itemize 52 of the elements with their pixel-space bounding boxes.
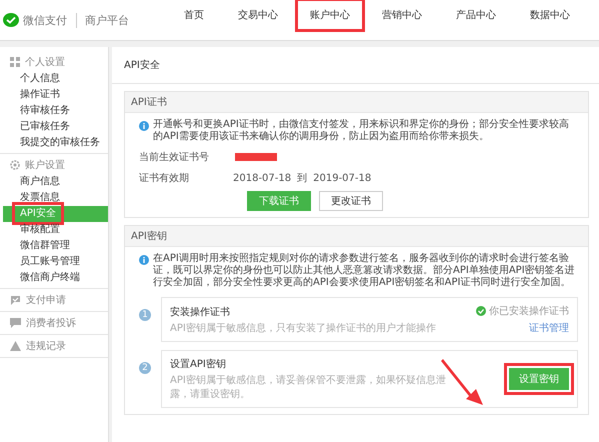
sidebar-item[interactable]: 操作证书 — [0, 87, 108, 103]
step-number: 2 — [139, 362, 151, 374]
sidebar-item[interactable]: 待审核任务 — [0, 103, 108, 119]
nav-tab[interactable]: 产品中心 — [439, 0, 513, 32]
chat-check-icon — [10, 295, 21, 305]
platform-name: 商户平台 — [76, 12, 129, 28]
sidebar-group-title[interactable]: 支付申请 — [26, 293, 66, 307]
card-title: API证书 — [125, 92, 588, 113]
page-title: API安全 — [112, 47, 599, 84]
notice-text: 在API调用时用来按照指定规则对你的请求参数进行签名，服务器收到你的请求时会进行签名验证，既可以界定你的身份也可以防止其他人恶意篡改请求数据。部分API单独使用API密钥签名进行安全加固，部分安全性要求更高的API会要求使用API密钥签名和API证书同时进行安全加固。 — [153, 253, 576, 289]
warning-icon — [10, 341, 21, 351]
step-description: API密钥属于敏感信息，只有安装了操作证书的用户才能操作 — [170, 322, 436, 334]
field-value: 2019-07-18 — [313, 172, 372, 184]
sidebar-item[interactable]: 我提交的审核任务 — [0, 135, 108, 151]
nav-tab[interactable]: 数据中心 — [513, 0, 587, 32]
nav-tab[interactable]: 账户中心 — [295, 0, 365, 32]
notice-text: 开通帐号和更换API证书时，由微信支付签发，用来标识和界定你的身份；部分安全性要求较高的API需要使用该证书来确认你的调用身份，防止因为盗用而给你带来损失。 — [153, 119, 570, 143]
sidebar-group-title[interactable]: 个人设置 — [25, 55, 65, 69]
sidebar-item[interactable]: 微信群管理 — [0, 238, 108, 254]
sidebar-item[interactable]: 审核配置 — [0, 222, 108, 238]
step-number: 1 — [139, 309, 151, 321]
card-title: API密钥 — [125, 226, 588, 247]
nav-tab[interactable]: 首页 — [167, 0, 221, 32]
sidebar-item[interactable]: 商户信息 — [0, 174, 108, 190]
info-icon — [139, 255, 149, 265]
sidebar-item[interactable]: 已审核任务 — [0, 119, 108, 135]
step-description: API密钥属于敏感信息，请妥善保管不要泄露，如果怀疑信息泄露，请重设密钥。 — [170, 374, 447, 401]
sidebar-item[interactable]: 微信商户终端 — [0, 270, 108, 286]
step-title: 设置API密钥 — [170, 358, 227, 371]
step-title: 安装操作证书 — [170, 306, 231, 318]
wechat-pay-logo-icon — [3, 13, 19, 27]
gear-icon — [10, 160, 20, 170]
check-circle-icon — [476, 306, 486, 316]
sidebar-group-title[interactable]: 违规记录 — [26, 339, 66, 353]
field-label: 当前生效证书号 — [139, 150, 210, 164]
nav-tab[interactable]: 交易中心 — [221, 0, 295, 32]
range-separator: 到 — [297, 172, 308, 185]
status-text: 你已安装操作证书 — [489, 304, 569, 318]
field-label: 证书有效期 — [139, 172, 190, 185]
redaction-bar — [235, 153, 277, 161]
nav-tab[interactable]: 营销中心 — [365, 0, 439, 32]
sidebar-item[interactable]: 发票信息 — [0, 190, 108, 206]
sidebar-group-title[interactable]: 消费者投诉 — [26, 316, 76, 330]
field-value: 2018-07-18 — [233, 172, 292, 184]
info-icon — [139, 121, 149, 131]
change-button[interactable]: 更改证书 — [319, 191, 383, 211]
sidebar-group-title[interactable]: 账户设置 — [25, 158, 65, 172]
grid-icon — [10, 57, 20, 67]
chat-icon — [10, 318, 21, 328]
brand-name: 微信支付 — [23, 12, 67, 28]
sidebar-item[interactable]: 个人信息 — [0, 71, 108, 87]
sidebar-item[interactable]: 员工账号管理 — [0, 254, 108, 270]
